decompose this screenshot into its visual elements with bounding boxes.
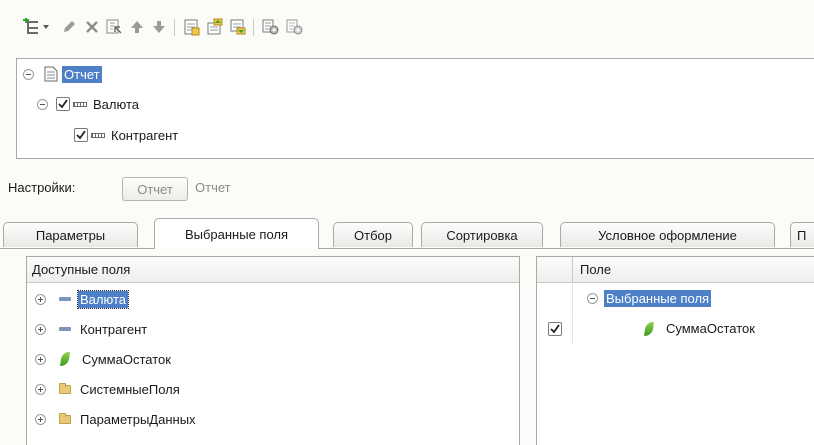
tree-item-checkbox[interactable] — [56, 97, 70, 111]
tree-root-row[interactable]: Отчет — [23, 62, 102, 86]
settings-option-button[interactable]: Отчет — [122, 177, 188, 201]
expand-icon[interactable] — [35, 383, 46, 395]
selected-fields-group-label: Выбранные поля — [604, 290, 712, 307]
collapse-icon[interactable] — [587, 293, 598, 304]
table-row-label: СуммаОстаток — [666, 321, 755, 336]
add-grouping-button[interactable] — [22, 17, 42, 37]
collapse-icon[interactable] — [37, 98, 48, 110]
move-up-button[interactable] — [127, 17, 147, 37]
list-item[interactable]: СуммаОстаток — [27, 344, 519, 374]
move-level-up-button[interactable] — [205, 17, 225, 37]
structure-tree: Отчет Валюта Контрагент — [16, 58, 814, 159]
tab-selected-fields[interactable]: Выбранные поля — [154, 218, 319, 249]
checkbox-cell — [537, 284, 573, 313]
resource-leaf-icon — [644, 321, 654, 336]
move-down-button[interactable] — [149, 17, 169, 37]
expand-icon[interactable] — [35, 323, 46, 335]
checkmark-icon — [58, 99, 68, 109]
tree-item-kontragent[interactable]: Контрагент — [74, 123, 178, 147]
settings-alt-button[interactable] — [284, 17, 304, 37]
group-icon — [184, 19, 200, 36]
settings-label: Настройки: — [8, 180, 76, 195]
move-level-down-button[interactable] — [228, 17, 248, 37]
tab-sort[interactable]: Сортировка — [421, 222, 543, 247]
field-checkbox[interactable] — [547, 321, 562, 336]
list-item[interactable]: Валюта — [27, 284, 519, 314]
available-fields-grid: Доступные поля Валюта Контрагент СуммаОс… — [26, 256, 520, 445]
settings-button[interactable] — [260, 17, 280, 37]
list-item-label: СистемныеПоля — [80, 381, 180, 397]
list-item[interactable]: ПараметрыДанных — [27, 404, 519, 434]
gear-settings-alt-icon — [286, 19, 303, 35]
toolbar — [22, 17, 482, 39]
list-item-label: Валюта — [77, 289, 129, 309]
settings-option-text: Отчет — [195, 180, 231, 195]
delete-button[interactable] — [82, 17, 102, 37]
level-up-icon — [207, 18, 223, 35]
list-item[interactable]: СистемныеПоля — [27, 374, 519, 404]
tree-item-label: Контрагент — [111, 127, 179, 143]
tab-parameters[interactable]: Параметры — [3, 222, 138, 247]
selected-fields-header: Поле — [537, 257, 814, 283]
grouping-field-icon — [73, 101, 87, 107]
toolbar-separator — [174, 19, 175, 36]
checkmark-icon — [549, 323, 560, 333]
tree-item-valuta[interactable]: Валюта — [37, 92, 139, 116]
tab-more[interactable]: П — [790, 222, 814, 247]
expand-icon[interactable] — [35, 353, 46, 365]
add-dropdown-button[interactable] — [41, 17, 51, 37]
available-fields-header-label: Доступные поля — [32, 262, 131, 277]
arrow-down-icon — [153, 21, 165, 33]
expand-icon[interactable] — [35, 413, 46, 425]
folder-icon — [59, 382, 71, 394]
tab-strip-border — [0, 248, 814, 249]
grouping-field-icon — [91, 132, 105, 138]
tree-root-label[interactable]: Отчет — [62, 65, 102, 83]
tree-item-label: Валюта — [93, 96, 139, 112]
field-dash-icon — [59, 327, 71, 331]
folder-icon — [59, 412, 71, 424]
list-item-label: Контрагент — [80, 321, 148, 337]
selected-fields-group-row[interactable]: Выбранные поля — [537, 284, 814, 313]
checkbox-column-header — [537, 257, 573, 283]
arrow-up-icon — [131, 21, 143, 33]
add-hierarchy-icon — [23, 18, 38, 34]
delete-x-icon — [86, 21, 98, 33]
available-fields-header: Доступные поля — [27, 257, 519, 283]
report-document-icon — [44, 66, 58, 82]
table-row[interactable]: СуммаОстаток — [537, 314, 814, 343]
checkbox-cell — [537, 314, 573, 343]
checkmark-icon — [76, 130, 86, 140]
level-down-icon — [230, 19, 246, 35]
select-arrow-icon — [106, 19, 122, 34]
list-item-label: ПараметрыДанных — [80, 411, 196, 427]
edit-button[interactable] — [59, 17, 79, 37]
expand-icon[interactable] — [35, 293, 46, 305]
resource-leaf-icon — [60, 352, 70, 366]
field-dash-icon — [59, 297, 71, 301]
pencil-icon — [64, 21, 75, 32]
select-button[interactable] — [104, 17, 124, 37]
list-item[interactable]: Контрагент — [27, 314, 519, 344]
tab-filter[interactable]: Отбор — [333, 222, 413, 247]
selected-fields-grid: Поле Выбранные поля СуммаОстаток — [536, 256, 814, 445]
tab-conditional-format[interactable]: Условное оформление — [560, 222, 775, 247]
chevron-down-icon — [43, 25, 49, 29]
group-button[interactable] — [182, 17, 202, 37]
gear-settings-icon — [262, 19, 279, 35]
toolbar-separator — [253, 19, 254, 36]
tree-item-checkbox[interactable] — [74, 128, 88, 142]
collapse-icon[interactable] — [23, 68, 34, 80]
selected-fields-header-label: Поле — [580, 262, 612, 277]
list-item-label: СуммаОстаток — [82, 351, 171, 367]
